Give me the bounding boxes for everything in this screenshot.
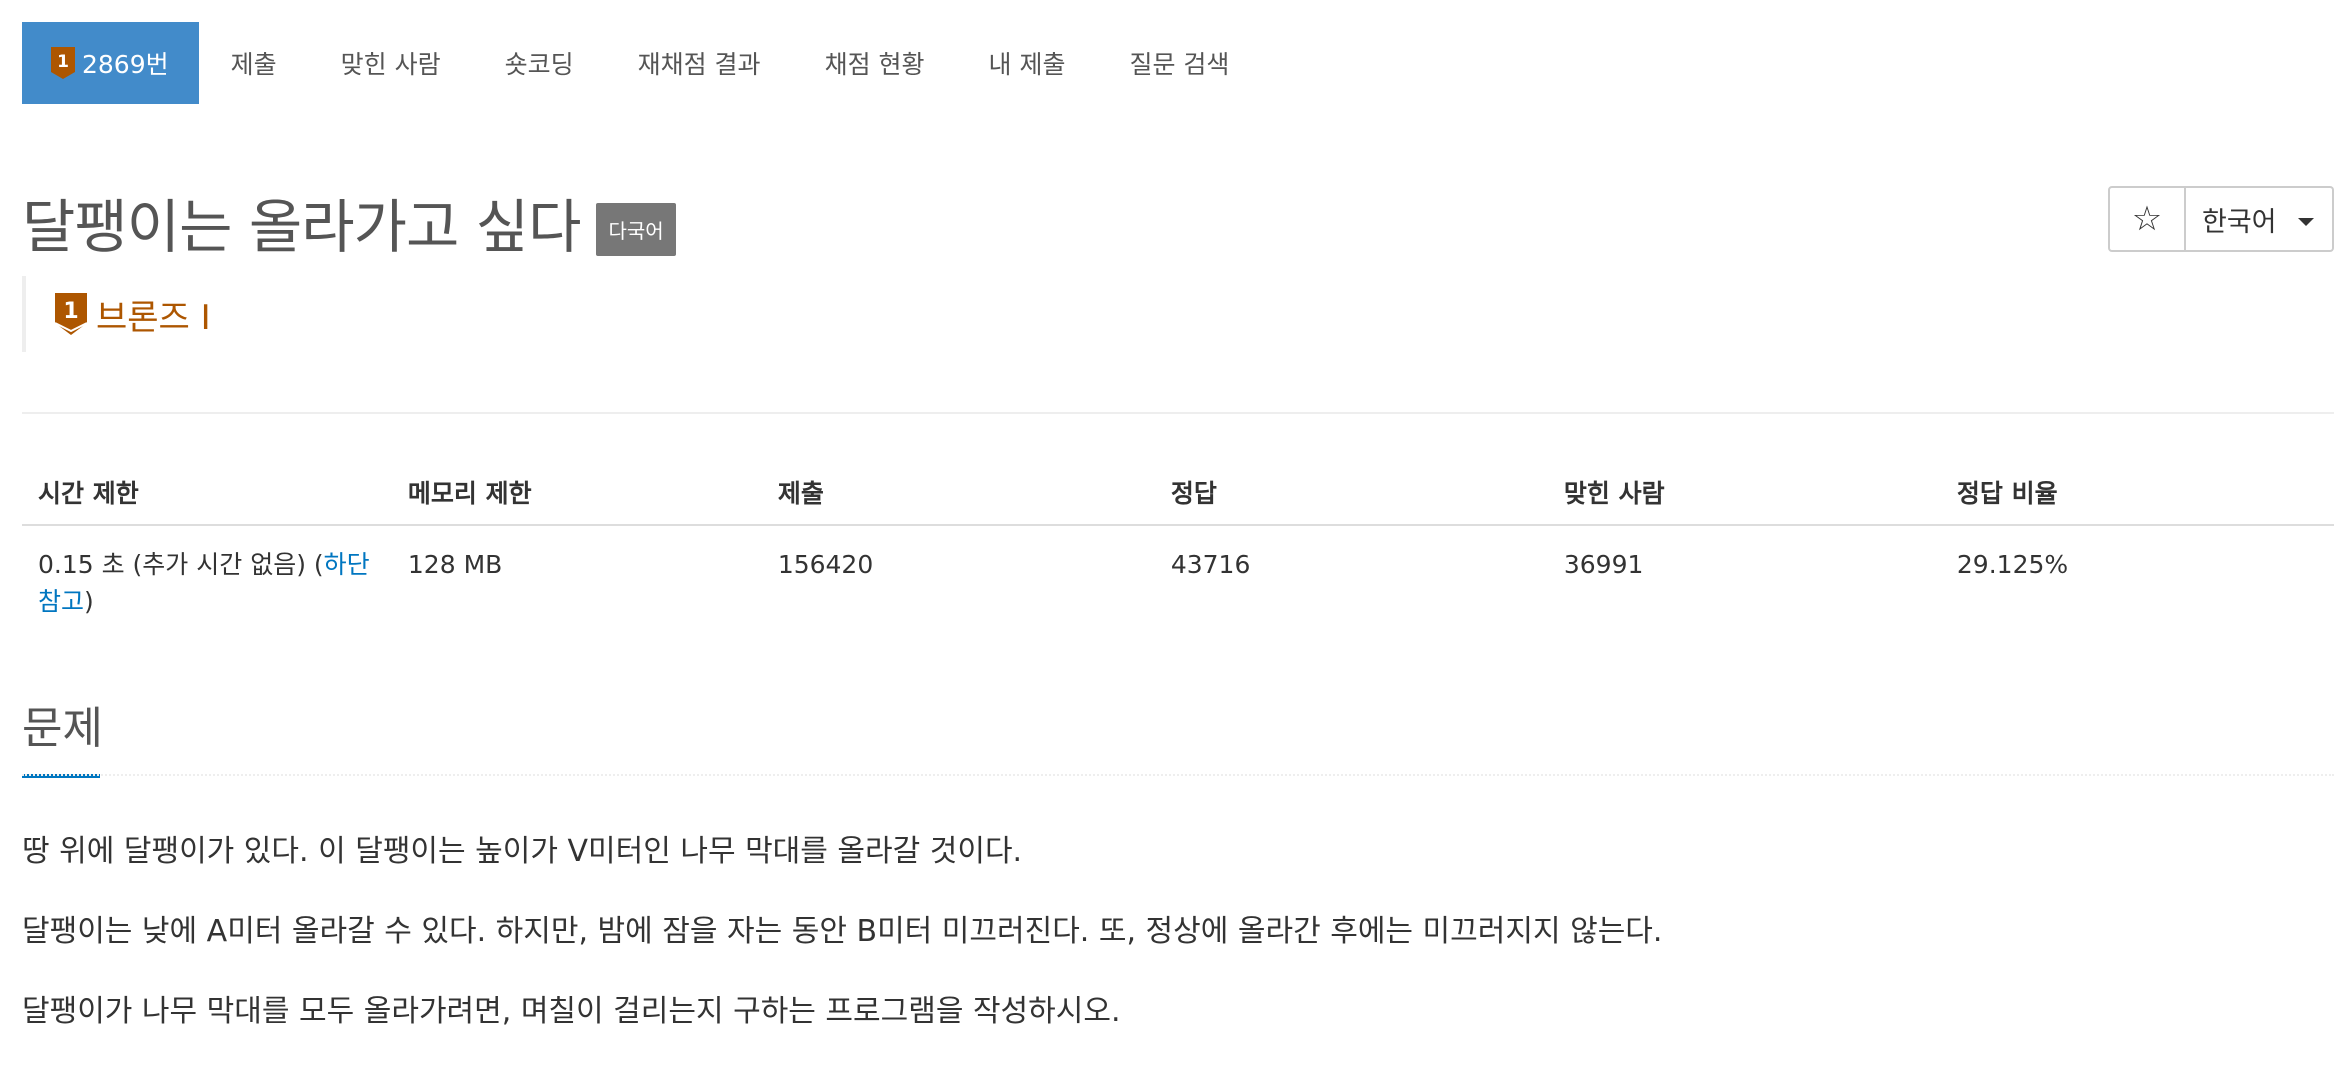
tab-problem[interactable]: 1 2869번 [22,22,199,104]
header-solvers: 맞힌 사람 [1547,460,1941,526]
bronze-1-icon: 1 [54,293,88,335]
header-time-limit: 시간 제한 [22,460,392,526]
header-memory-limit: 메모리 제한 [391,460,762,526]
description-paragraph: 달팽이가 나무 막대를 모두 올라가려면, 며칠이 걸리는지 구하는 프로그램을… [22,994,1121,1029]
problem-section-header: 문제 [22,692,103,778]
favorite-star-button[interactable]: ☆ [2108,186,2186,252]
problem-title-row: 달팽이는 올라가고 싶다 다국어 [22,180,676,264]
ratio-value: 29.125% [1956,550,2069,579]
divider [22,774,2334,778]
svg-text:1: 1 [57,52,69,72]
time-limit-suffix: ) [84,587,94,616]
table-header-row: 시간 제한 메모리 제한 제출 정답 맞힌 사람 정답 비율 [22,460,2334,526]
problem-menu-tabs: 1 2869번 제출 맞힌 사람 숏코딩 재채점 결과 채점 현황 내 제출 질… [22,22,1261,104]
problem-title: 달팽이는 올라가고 싶다 [22,193,581,261]
tab-submit[interactable]: 제출 [199,22,309,104]
time-limit-cell: 0.15 초 (추가 시간 없음) (하단 참고) [22,525,392,640]
divider [22,412,2334,414]
multilang-badge: 다국어 [596,202,676,256]
tab-problem-label: 2869번 [82,50,169,79]
section-title: 문제 [22,703,103,754]
description-paragraph: 땅 위에 달팽이가 있다. 이 달팽이는 높이가 V미터인 나무 막대를 올라갈… [22,834,1023,869]
problem-tier: 1 브론즈 I [22,276,211,352]
memory-limit-value: 128 MB [407,550,503,579]
tab-short-coding[interactable]: 숏코딩 [473,22,606,104]
tab-rejudge-results[interactable]: 재채점 결과 [606,22,793,104]
svg-text:1: 1 [63,299,78,324]
problem-info-table: 시간 제한 메모리 제한 제출 정답 맞힌 사람 정답 비율 0.15 초 (추… [22,460,2334,640]
table-row: 0.15 초 (추가 시간 없음) (하단 참고) 128 MB 156420 … [22,525,2334,640]
time-limit-value: 0.15 초 (추가 시간 없음) ( [38,550,324,579]
problem-description: 땅 위에 달팽이가 있다. 이 달팽이는 높이가 V미터인 나무 막대를 올라갈… [22,832,2322,1072]
bronze-1-icon: 1 [51,47,75,79]
header-ratio: 정답 비율 [1940,460,2334,526]
star-icon: ☆ [2131,199,2163,239]
header-accepted: 정답 [1154,460,1548,526]
tab-solvers[interactable]: 맞힌 사람 [309,22,473,104]
accepted-value: 43716 [1170,550,1251,579]
problem-controls: ☆ 한국어 [2108,186,2334,252]
description-paragraph: 달팽이는 낮에 A미터 올라갈 수 있다. 하지만, 밤에 잠을 자는 동안 B… [22,914,1663,949]
submissions-value: 156420 [777,550,874,579]
solvers-value: 36991 [1563,550,1644,579]
language-select[interactable]: 한국어 [2186,186,2334,252]
tab-question-search[interactable]: 질문 검색 [1097,22,1261,104]
header-submissions: 제출 [761,460,1155,526]
tab-status[interactable]: 채점 현황 [793,22,957,104]
tier-label[interactable]: 브론즈 I [96,290,211,339]
language-select-value: 한국어 [2202,206,2277,238]
chevron-down-icon [2298,218,2314,226]
tab-my-submissions[interactable]: 내 제출 [957,22,1098,104]
problem-page: 1 2869번 제출 맞힌 사람 숏코딩 재채점 결과 채점 현황 내 제출 질… [0,0,2352,1058]
